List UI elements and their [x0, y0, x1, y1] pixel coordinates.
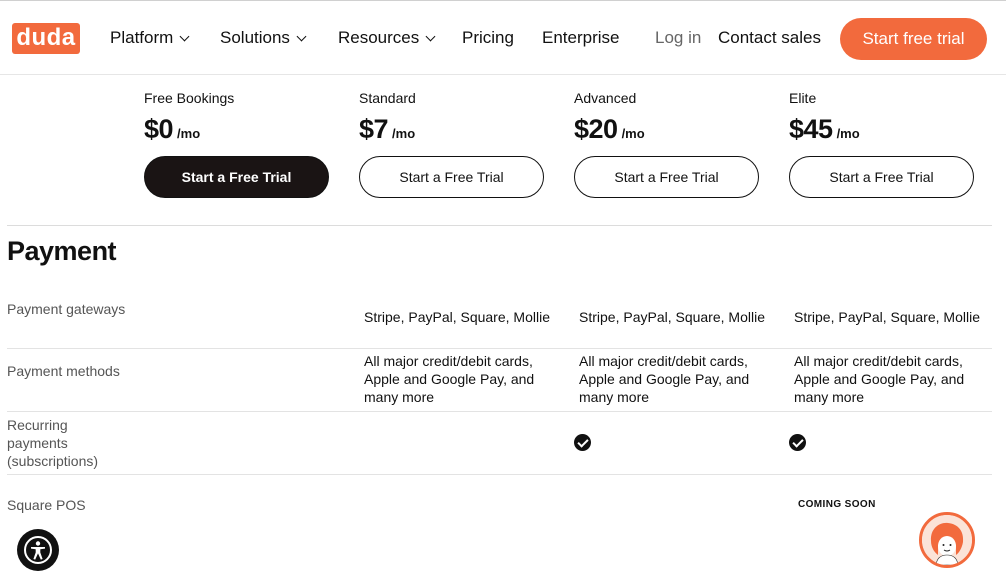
plan-name: Advanced [574, 90, 637, 106]
table-row: Payment methods All major credit/debit c… [7, 352, 992, 410]
section-title: Payment [7, 236, 117, 266]
plan-price: $7 /mo [359, 114, 544, 145]
check-circle-icon [574, 434, 591, 451]
nav-resources-label: Resources [338, 28, 420, 47]
nav-resources[interactable]: Resources [338, 28, 436, 48]
nav-platform[interactable]: Platform [110, 28, 190, 48]
table-row: Square POS COMING SOON [7, 478, 992, 518]
plan-standard: Standard $7 /mo Start a Free Trial [359, 90, 544, 198]
plan-elite: Elite $45 /mo Start a Free Trial [789, 90, 974, 198]
price-period: /mo [621, 126, 645, 141]
row-label: Payment gateways [7, 301, 126, 317]
check-circle-icon [789, 434, 806, 451]
price-period: /mo [836, 126, 860, 141]
login-link[interactable]: Log in [655, 28, 701, 48]
plan-name: Standard [359, 90, 416, 106]
row-label: Payment methods [7, 363, 120, 379]
nav-solutions-label: Solutions [220, 28, 290, 47]
plan-price: $45 /mo [789, 114, 974, 145]
top-navigation: duda Platform Solutions Resources Pricin… [0, 0, 1006, 75]
plan-name: Free Bookings [144, 90, 235, 106]
chevron-down-icon [179, 31, 190, 41]
table-cell: Stripe, PayPal, Square, Mollie [794, 309, 980, 325]
row-label: Square POS [7, 497, 86, 513]
nav-enterprise[interactable]: Enterprise [542, 28, 619, 48]
price-period: /mo [177, 126, 201, 141]
table-row: Recurring payments (subscriptions) [7, 415, 992, 473]
start-trial-button-free-bookings[interactable]: Start a Free Trial [144, 156, 329, 198]
plan-price: $0 /mo [144, 114, 329, 145]
table-cell: All major credit/debit cards, Apple and … [364, 353, 535, 405]
row-divider [7, 474, 992, 475]
plan-price: $20 /mo [574, 114, 759, 145]
row-divider [7, 411, 992, 412]
table-cell: All major credit/debit cards, Apple and … [579, 353, 750, 405]
divider [7, 225, 992, 226]
nav-solutions[interactable]: Solutions [220, 28, 307, 48]
plan-name: Elite [789, 90, 817, 106]
chevron-down-icon [425, 31, 436, 41]
price-amount: $7 [359, 114, 389, 144]
price-amount: $20 [574, 114, 618, 144]
accessibility-icon [24, 536, 52, 564]
nav-enterprise-label: Enterprise [542, 28, 620, 47]
price-amount: $45 [789, 114, 833, 144]
table-cell: All major credit/debit cards, Apple and … [794, 353, 965, 405]
start-trial-button-advanced[interactable]: Start a Free Trial [574, 156, 759, 198]
start-trial-button-standard[interactable]: Start a Free Trial [359, 156, 544, 198]
start-trial-button-elite[interactable]: Start a Free Trial [789, 156, 974, 198]
nav-pricing-label: Pricing [462, 28, 514, 47]
table-row: Payment gateways Stripe, PayPal, Square,… [7, 300, 992, 348]
chevron-down-icon [296, 31, 307, 41]
row-label: Recurring payments (subscriptions) [7, 417, 99, 469]
duda-logo[interactable]: duda [12, 23, 80, 54]
price-period: /mo [392, 126, 416, 141]
table-cell: Stripe, PayPal, Square, Mollie [579, 309, 765, 325]
plan-free-bookings: Free Bookings $0 /mo Start a Free Trial [144, 90, 329, 198]
start-free-trial-button[interactable]: Start free trial [840, 18, 987, 60]
price-amount: $0 [144, 114, 174, 144]
row-divider [7, 348, 992, 349]
contact-sales-link[interactable]: Contact sales [718, 28, 821, 48]
plan-advanced: Advanced $20 /mo Start a Free Trial [574, 90, 759, 198]
table-cell: Stripe, PayPal, Square, Mollie [364, 309, 550, 325]
chat-avatar-button[interactable] [919, 512, 975, 568]
coming-soon-badge: COMING SOON [798, 499, 876, 510]
nav-pricing[interactable]: Pricing [462, 28, 514, 48]
nav-platform-label: Platform [110, 28, 174, 47]
accessibility-button[interactable] [17, 529, 59, 571]
chat-avatar-icon [922, 515, 972, 565]
